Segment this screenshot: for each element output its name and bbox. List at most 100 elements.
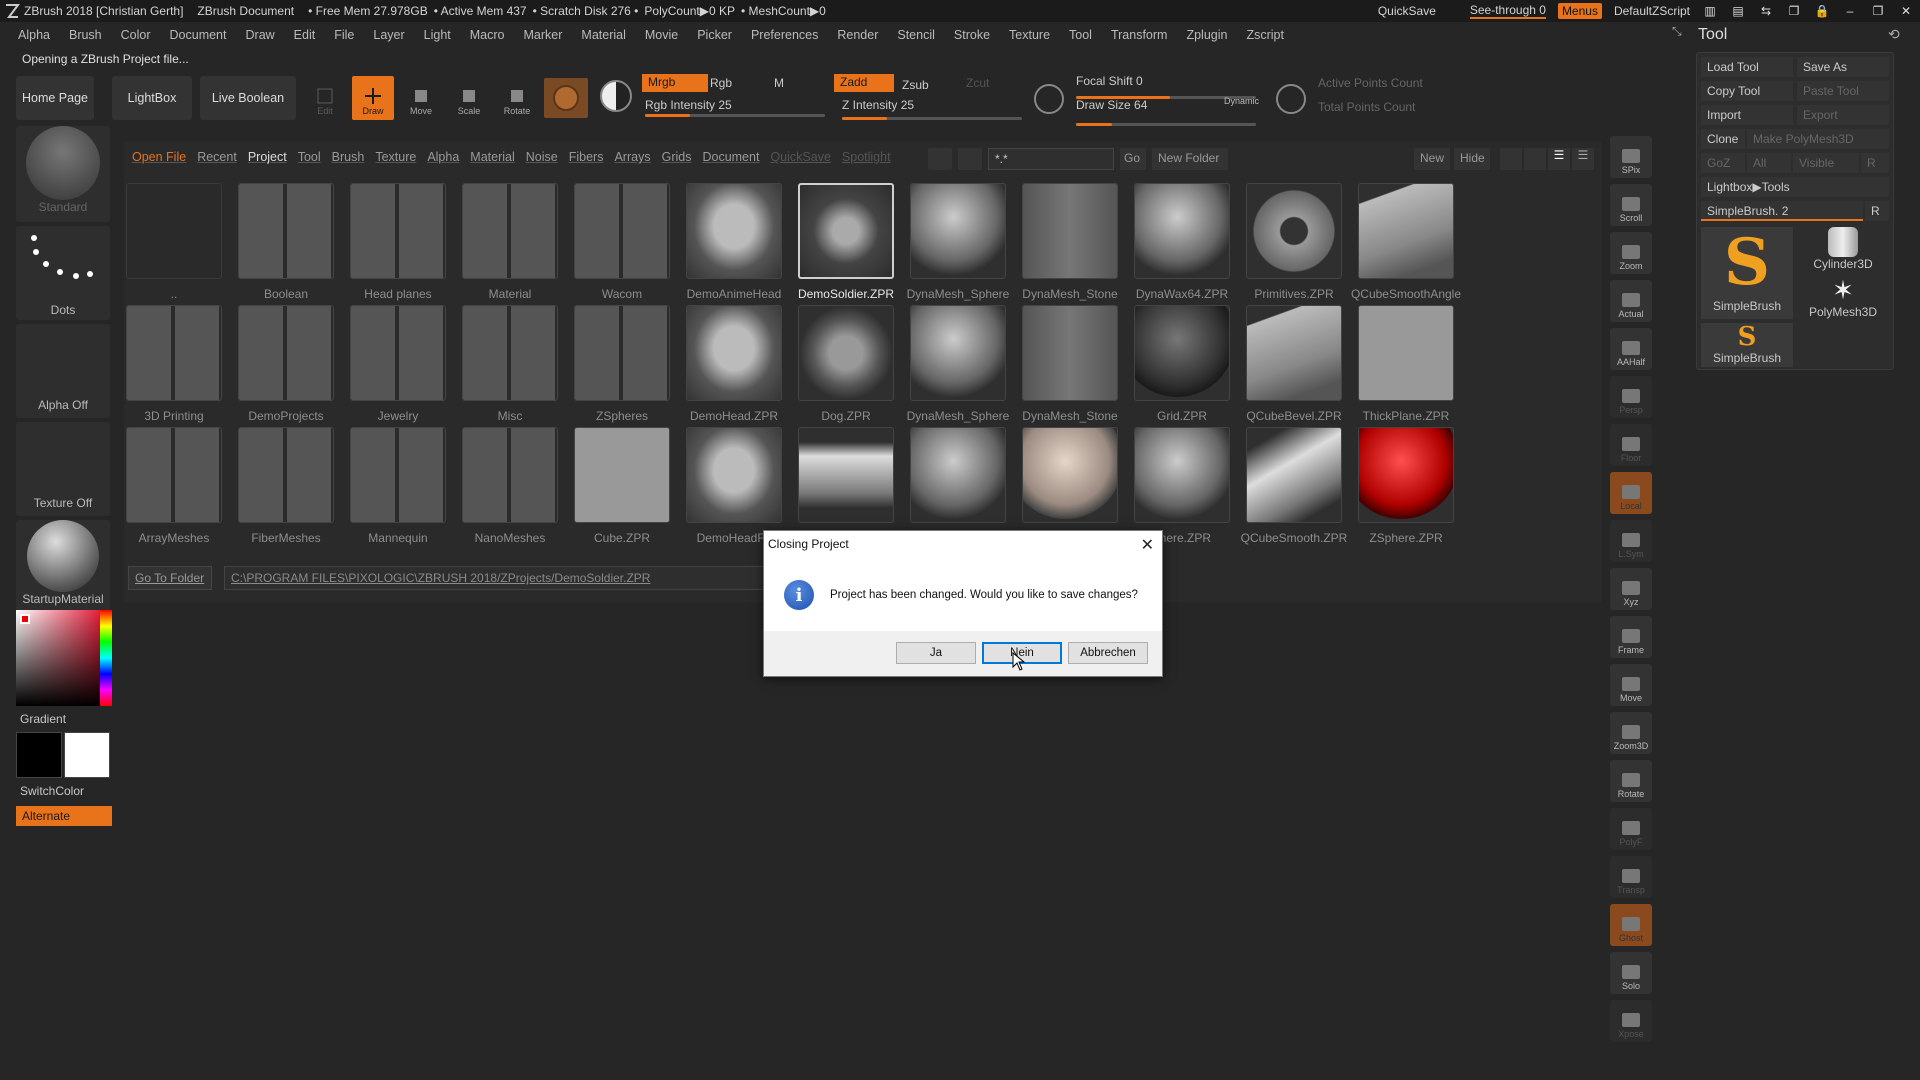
menu-transform[interactable]: Transform [1111,28,1168,42]
browser-tab-recent[interactable]: Recent [197,150,237,164]
yes-button[interactable]: Ja [896,642,976,664]
menu-zplugin[interactable]: Zplugin [1186,28,1227,42]
menu-movie[interactable]: Movie [645,28,678,42]
file-thumbnail[interactable]: FiberMeshes [238,427,334,545]
file-thumbnail[interactable]: 3D Printing [126,305,222,423]
file-thumbnail[interactable]: Cube.ZPR [574,427,670,545]
file-thumbnail[interactable]: QCubeSmooth.ZPR [1241,427,1347,545]
file-thumbnail[interactable]: DemoSoldier.ZPR [798,183,894,301]
m-button[interactable]: M [774,76,784,90]
file-thumbnail[interactable]: Primitives.ZPR [1246,183,1342,301]
next-arrow-icon[interactable] [958,148,982,170]
dock-lsym-button[interactable]: L.Sym [1610,520,1652,562]
menu-preferences[interactable]: Preferences [751,28,818,42]
menu-stroke[interactable]: Stroke [954,28,990,42]
menu-picker[interactable]: Picker [697,28,732,42]
cancel-button[interactable]: Abbrechen [1068,642,1148,664]
zadd-button[interactable]: Zadd [834,74,894,92]
dock-move-button[interactable]: Move [1610,664,1652,706]
material-swatch[interactable] [544,78,588,118]
switchcolor-label[interactable]: SwitchColor [20,784,84,798]
dock-aahalf-button[interactable]: AAHalf [1610,328,1652,370]
menu-stencil[interactable]: Stencil [897,28,935,42]
file-thumbnail[interactable]: Material [462,183,558,301]
edit-button[interactable]: Edit [304,76,346,120]
menu-document[interactable]: Document [170,28,227,42]
file-thumbnail[interactable] [910,427,1006,531]
file-thumbnail[interactable]: QCubeSmoothAngle [1351,183,1461,301]
scale-button[interactable]: Scale [448,76,490,120]
tool-thumb-cylinder3d[interactable]: Cylinder3D [1797,227,1889,273]
browser-tab-texture[interactable]: Texture [375,150,416,164]
file-thumbnail[interactable]: ZSphere.ZPR [1358,427,1454,545]
view-medium-icon[interactable] [1524,148,1546,170]
quicksave-button[interactable]: QuickSave [1378,4,1436,18]
file-thumbnail[interactable]: .. [126,183,222,301]
texture-off[interactable]: Texture Off [16,422,110,516]
browser-tab-noise[interactable]: Noise [526,150,558,164]
hide-button[interactable]: Hide [1454,148,1490,170]
dock-spix-button[interactable]: SPix [1610,136,1652,178]
dock-polyf-button[interactable]: PolyF [1610,808,1652,850]
view-list-icon[interactable]: ☰ [1548,148,1570,170]
file-thumbnail[interactable]: DynaMesh_Stone [1022,183,1118,301]
file-thumbnail[interactable]: ArrayMeshes [126,427,222,545]
lightbox-tools-button[interactable]: Lightbox▶Tools [1701,177,1889,197]
menus-button[interactable]: Menus [1557,3,1602,19]
file-thumbnail[interactable]: DynaMesh_Sphere [907,183,1009,301]
export-button[interactable]: Export [1797,105,1889,125]
lightbox-button[interactable]: LightBox [112,76,192,120]
zcut-button[interactable]: Zcut [966,76,989,90]
file-thumbnail[interactable]: ThickPlane.ZPR [1358,305,1454,423]
menu-material[interactable]: Material [581,28,625,42]
layout-icon[interactable]: ▥ [1696,4,1724,18]
dock-xyz-button[interactable]: Xyz [1610,568,1652,610]
menu-layer[interactable]: Layer [373,28,404,42]
file-thumbnail[interactable]: DemoHeadFe [686,427,782,545]
lazy-mouse-icon[interactable] [1034,84,1064,114]
tool-thumb-simplebrush-small[interactable]: S SimpleBrush [1701,323,1793,367]
restore-icon[interactable]: ❐ [1864,4,1892,18]
file-thumbnail[interactable]: Boolean [238,183,334,301]
menu-file[interactable]: File [334,28,354,42]
all-button[interactable]: All [1747,153,1791,173]
menu-macro[interactable]: Macro [470,28,505,42]
dock-ghost-button[interactable]: Ghost [1610,904,1652,946]
file-thumbnail[interactable]: Jewelry [350,305,446,423]
stroke-dots[interactable]: Dots [16,226,110,320]
dock-frame-button[interactable]: Frame [1610,616,1652,658]
file-thumbnail[interactable]: Misc [462,305,558,423]
menu-tool[interactable]: Tool [1069,28,1092,42]
browser-tab-arrays[interactable]: Arrays [614,150,650,164]
zsub-button[interactable]: Zsub [902,78,929,92]
browser-tab-spotlight[interactable]: Spotlight [842,150,891,164]
swap-icon[interactable]: ⇆ [1752,4,1780,18]
file-thumbnail[interactable]: DemoHead.ZPR [686,305,782,423]
file-thumbnail[interactable]: DemoAnimeHead [686,183,782,301]
menu-brush[interactable]: Brush [69,28,102,42]
dock-solo-button[interactable]: Solo [1610,952,1652,994]
go-to-folder-button[interactable]: Go To Folder [128,566,212,590]
view-small-icon[interactable] [1500,148,1522,170]
browser-tab-project[interactable]: Project [248,150,287,164]
layout2-icon[interactable]: ▤ [1724,4,1752,18]
browser-tab-material[interactable]: Material [470,150,514,164]
dock-rotate-button[interactable]: Rotate [1610,760,1652,802]
dock-scroll-button[interactable]: Scroll [1610,184,1652,226]
r-toggle-button[interactable]: R [1865,201,1889,221]
menu-zscript[interactable]: Zscript [1246,28,1284,42]
copy-tool-button[interactable]: Copy Tool [1701,81,1793,101]
menu-alpha[interactable]: Alpha [18,28,50,42]
make-polymesh-button[interactable]: Make PolyMesh3D [1747,129,1889,149]
menu-texture[interactable]: Texture [1009,28,1050,42]
browser-tab-grids[interactable]: Grids [662,150,692,164]
rgb-button[interactable]: Rgb [710,76,732,90]
browser-tab-tool[interactable]: Tool [298,150,321,164]
dock-floor-button[interactable]: Floor [1610,424,1652,466]
draw-size-slider[interactable] [1076,123,1256,126]
minimize-icon[interactable]: – [1836,4,1864,18]
browser-tab-brush[interactable]: Brush [332,150,365,164]
tool-thumb-simplebrush[interactable]: S SimpleBrush [1701,227,1793,319]
mrgb-button[interactable]: Mrgb [642,74,708,92]
dock-xpose-button[interactable]: Xpose [1610,1000,1652,1042]
